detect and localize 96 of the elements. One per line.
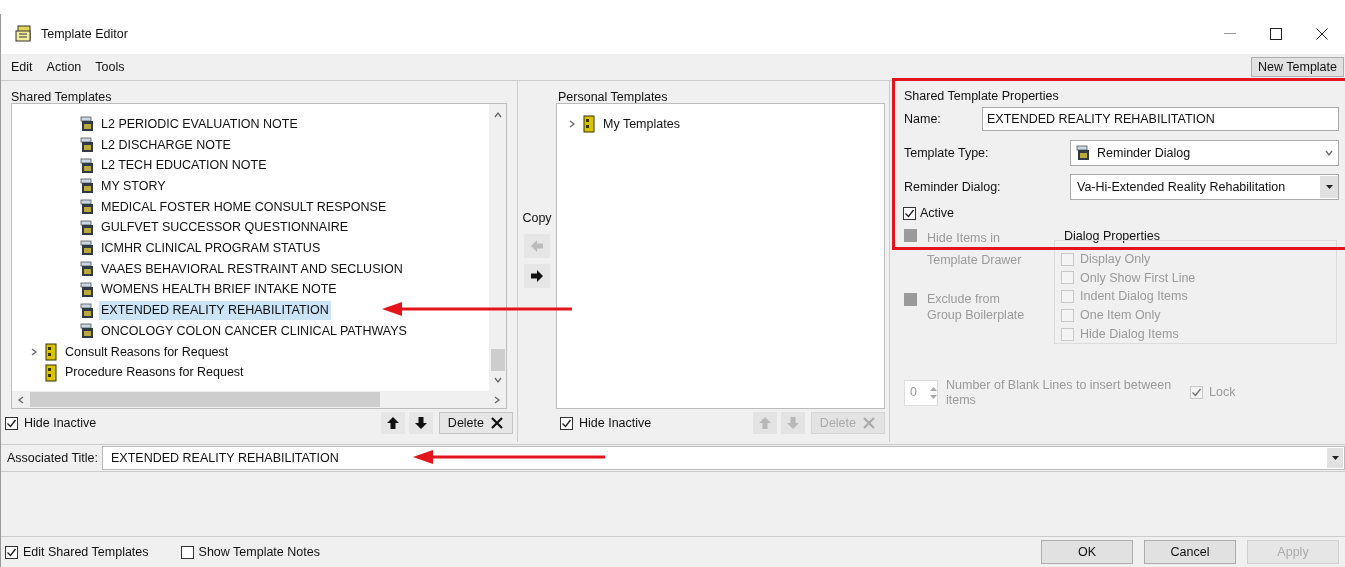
dialog-button[interactable]: Cancel	[1144, 540, 1236, 564]
binder-icon	[581, 115, 597, 134]
close-icon	[862, 416, 876, 430]
arrow-down-icon	[785, 416, 800, 430]
tree-item[interactable]: L2 PERIODIC EVALUATION NOTE	[99, 114, 300, 134]
checkbox-label: Hide Items in Template Drawer	[927, 230, 1023, 269]
arrow-right-icon	[530, 268, 544, 283]
checkbox[interactable]	[903, 206, 916, 220]
field-label: Reminder Dialog:	[904, 178, 1002, 196]
template-icon	[79, 281, 95, 298]
minimize-icon	[1224, 33, 1236, 35]
checkbox[interactable]	[5, 545, 18, 559]
tree-item[interactable]: VAAES BEHAVIORAL RESTRAINT AND SECLUSION	[99, 259, 405, 279]
tree-item[interactable]: GULFVET SUCCESSOR QUESTIONNAIRE	[99, 218, 351, 238]
checkbox-label: Display Only	[1080, 250, 1151, 268]
template-icon	[79, 157, 95, 174]
chevron-down-icon[interactable]	[1324, 148, 1334, 158]
tree-item[interactable]: Procedure Reasons for Request	[63, 363, 246, 382]
checkbox-label: One Item Only	[1080, 307, 1161, 324]
move-down-button[interactable]	[408, 412, 433, 434]
checkbox-label: Hide Inactive	[24, 414, 97, 432]
name-field[interactable]: EXTENDED REALITY REHABILITATION	[982, 107, 1339, 131]
menu-item[interactable]: Tools	[95, 57, 125, 77]
checkbox[interactable]	[5, 416, 18, 430]
scroll-left-icon[interactable]	[16, 394, 26, 405]
delete-button[interactable]: Delete	[438, 412, 513, 434]
checkbox-label: Hide Inactive	[579, 414, 652, 432]
new-template-button[interactable]: New Template	[1251, 57, 1344, 77]
scroll-thumb[interactable]	[490, 349, 505, 371]
checkbox-label: Active	[920, 204, 955, 222]
arrow-down-icon	[413, 416, 428, 430]
arrow-left-icon	[530, 238, 544, 253]
template-icon	[79, 302, 95, 319]
template-icon	[79, 116, 95, 133]
field-label: Associated Title:	[7, 449, 98, 467]
panel-label: Shared Templates	[10, 89, 113, 103]
scroll-down-icon[interactable]	[492, 375, 503, 385]
template-icon	[79, 137, 95, 154]
template-icon	[79, 219, 95, 236]
checkbox-label: Show Template Notes	[198, 543, 320, 561]
close-icon	[490, 416, 504, 430]
tree-item[interactable]: My Templates	[601, 114, 682, 134]
tree-item[interactable]: MEDICAL FOSTER HOME CONSULT RESPONSE	[99, 197, 389, 217]
caret-icon	[1325, 185, 1333, 189]
tree-item[interactable]: L2 DISCHARGE NOTE	[99, 135, 233, 155]
checkbox-label: Only Show First Line	[1080, 269, 1196, 287]
move-up-button[interactable]	[380, 412, 405, 434]
checkbox-label: Indent Dialog Items	[1080, 288, 1188, 306]
template-icon	[79, 178, 95, 195]
tree-item[interactable]: ONCOLOGY COLON CANCER CLINICAL PATHWAYS	[99, 321, 409, 341]
tree-item[interactable]: Consult Reasons for Request	[63, 342, 231, 362]
template-icon	[79, 323, 95, 340]
copy-label: Copy	[522, 210, 552, 227]
caret-icon	[1331, 456, 1339, 460]
vertical-scrollbar[interactable]	[489, 104, 506, 391]
checkbox-label: Lock	[1209, 384, 1236, 402]
field-label: Number of Blank Lines to insert between items	[946, 377, 1173, 408]
panel-label: Personal Templates	[557, 89, 669, 103]
tree-item[interactable]: ICMHR CLINICAL PROGRAM STATUS	[99, 239, 323, 258]
template-icon	[79, 240, 95, 257]
group-title: Shared Template Properties	[904, 88, 1060, 103]
binder-icon	[43, 342, 59, 361]
tree-item[interactable]: WOMENS HEALTH BRIEF INTAKE NOTE	[99, 280, 339, 300]
maximize-icon	[1270, 28, 1282, 40]
binder-icon	[43, 363, 59, 382]
expand-icon[interactable]	[29, 346, 39, 357]
copy-right-button[interactable]	[524, 263, 550, 288]
dialog-button[interactable]: OK	[1041, 540, 1133, 564]
arrow-up-icon	[757, 416, 772, 430]
checkbox-label: Edit Shared Templates	[23, 543, 149, 561]
reminder-dialog-dropdown[interactable]: Va-Hi-Extended Reality Rehabilitation	[1070, 174, 1339, 200]
checkbox[interactable]	[560, 416, 573, 430]
horizontal-scrollbar[interactable]	[12, 391, 506, 408]
scroll-thumb[interactable]	[30, 392, 380, 407]
menu-item[interactable]: Action	[46, 57, 82, 77]
field-label: Template Type:	[904, 144, 990, 162]
checkbox[interactable]	[180, 545, 194, 559]
window-title: Template Editor	[41, 25, 128, 43]
associated-title-field[interactable]: EXTENDED REALITY REHABILITATION	[102, 446, 1345, 470]
template-icon	[79, 261, 95, 278]
scroll-right-icon[interactable]	[492, 394, 502, 405]
template-icon	[1075, 145, 1091, 161]
tree-item[interactable]: EXTENDED REALITY REHABILITATION	[99, 301, 331, 320]
close-icon	[1316, 28, 1328, 40]
group-title: Dialog Properties	[1063, 228, 1161, 245]
field-label: Name:	[904, 110, 942, 128]
checkbox-label: Exclude from Group Boilerplate	[927, 291, 1026, 323]
checkbox-label: Hide Dialog Items	[1080, 325, 1179, 343]
template-type-dropdown[interactable]: Reminder Dialog	[1070, 140, 1339, 166]
template-icon	[79, 199, 95, 216]
tree-item[interactable]: MY STORY	[99, 177, 168, 196]
arrow-up-icon	[385, 416, 400, 430]
menu-item[interactable]: Edit	[11, 57, 33, 77]
tree-item[interactable]: L2 TECH EDUCATION NOTE	[99, 156, 269, 176]
scroll-up-icon[interactable]	[492, 110, 503, 120]
expand-icon[interactable]	[567, 119, 577, 130]
